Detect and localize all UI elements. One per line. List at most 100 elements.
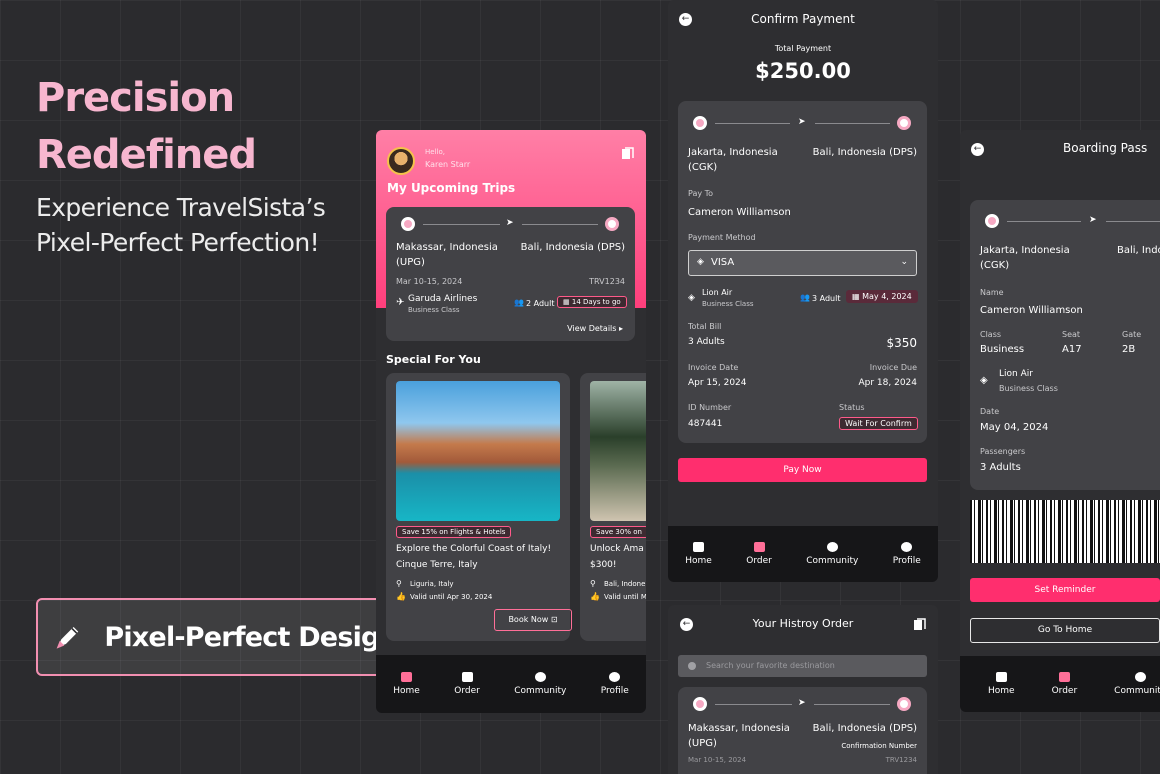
countdown-text: 14 Days to go bbox=[571, 298, 621, 306]
hero-subtitle-line-2: Pixel-Perfect Perfection! bbox=[36, 228, 320, 257]
payment-details-card: ➤ Jakarta, Indonesia (CGK) Bali, Indones… bbox=[678, 101, 927, 443]
go-home-button[interactable]: Go To Home bbox=[970, 618, 1160, 643]
community-icon bbox=[1134, 672, 1146, 682]
pixel-perfect-badge: Pixel-Perfect Design bbox=[36, 598, 400, 676]
offer-location: Bali, Indone bbox=[604, 580, 646, 588]
offer-title: Unlock Ama bbox=[590, 544, 644, 554]
nav-home[interactable]: Home bbox=[393, 672, 420, 696]
offer-card[interactable]: Save 30% on Unlock Ama $300! ⚲ Bali, Ind… bbox=[580, 373, 646, 641]
origin-city: Jakarta, Indonesia bbox=[688, 147, 778, 158]
view-details-link[interactable]: View Details ▸ bbox=[567, 324, 623, 333]
destination-city: Bali, Indonesia (DPS) bbox=[520, 242, 625, 253]
nav-home-label: Home bbox=[685, 556, 712, 566]
nav-order-label: Order bbox=[746, 556, 772, 566]
seat-label: Seat bbox=[1062, 330, 1081, 339]
origin-code: (CGK) bbox=[688, 162, 718, 173]
nav-home[interactable]: Home bbox=[685, 542, 712, 566]
chevron-right-icon: ▸ bbox=[618, 324, 623, 333]
hero-title: Precision Redefined bbox=[36, 70, 257, 184]
confirm-payment-screen: ← Confirm Payment Total Payment $250.00 … bbox=[668, 0, 938, 582]
nav-community[interactable]: Community bbox=[514, 672, 566, 696]
view-details-label: View Details bbox=[567, 324, 617, 333]
offer-title: Explore the Colorful Coast of Italy! bbox=[396, 544, 552, 554]
offer-image bbox=[396, 381, 560, 521]
boarding-pass-screen: ← Boarding Pass ➤ Jakarta, Indonesia (CG… bbox=[960, 130, 1160, 712]
nav-home[interactable]: Home bbox=[988, 672, 1015, 696]
class-label: Class bbox=[980, 330, 1002, 339]
passenger-count: 2 Adult bbox=[526, 299, 555, 308]
nav-community-label: Community bbox=[806, 556, 859, 566]
avatar[interactable] bbox=[387, 147, 415, 175]
nav-community-label: Community bbox=[1114, 686, 1160, 696]
destination-pin-icon bbox=[897, 697, 911, 711]
offer-card[interactable]: Save 15% on Flights & Hotels Explore the… bbox=[386, 373, 572, 641]
nav-order[interactable]: Order bbox=[454, 672, 480, 696]
offer-promo: Save 30% on bbox=[590, 526, 646, 538]
passengers-value: 3 Adults bbox=[980, 462, 1021, 473]
origin-city: Makassar, Indonesia bbox=[396, 242, 498, 253]
airline-class: Business Class bbox=[999, 384, 1058, 393]
passengers-icon: 👥 bbox=[514, 298, 524, 307]
card-icon: ◈ bbox=[697, 257, 704, 267]
payment-method-select[interactable]: ◈ VISA ⌄ bbox=[688, 250, 917, 276]
bookmark-icon[interactable] bbox=[621, 147, 634, 160]
origin-code: (CGK) bbox=[980, 260, 1010, 271]
search-input[interactable]: Search your favorite destination bbox=[678, 655, 927, 677]
book-now-button[interactable]: Book Now ⊡ bbox=[494, 609, 572, 631]
user-name: Karen Starr bbox=[425, 160, 471, 169]
airline-name: Lion Air bbox=[702, 288, 733, 297]
plane-icon: ➤ bbox=[1089, 215, 1097, 225]
nav-home-label: Home bbox=[393, 686, 420, 696]
nav-profile[interactable]: Profile bbox=[893, 542, 921, 566]
offer-subtitle: $300! bbox=[590, 560, 617, 570]
bill-description: 3 Adults bbox=[688, 337, 725, 347]
upcoming-trip-card[interactable]: ➤ Makassar, Indonesia (UPG) Bali, Indone… bbox=[386, 207, 635, 341]
home-icon bbox=[693, 542, 704, 552]
nav-profile[interactable]: Profile bbox=[601, 672, 629, 696]
upcoming-title: My Upcoming Trips bbox=[387, 181, 516, 195]
nav-community[interactable]: Community bbox=[1114, 672, 1160, 696]
screen-title: Boarding Pass bbox=[1063, 141, 1148, 155]
back-icon[interactable]: ← bbox=[971, 143, 984, 156]
search-icon bbox=[688, 662, 696, 670]
nav-order[interactable]: Order bbox=[746, 542, 772, 566]
set-reminder-button[interactable]: Set Reminder bbox=[970, 578, 1160, 602]
total-amount: $250.00 bbox=[755, 59, 851, 83]
airline-class: Business Class bbox=[702, 300, 754, 308]
airline-name: Lion Air bbox=[999, 369, 1033, 379]
destination-pin-icon bbox=[605, 217, 619, 231]
offer-location: Liguria, Italy bbox=[410, 580, 454, 588]
origin-code: (UPG) bbox=[688, 738, 717, 749]
screen-title: Your Histroy Order bbox=[752, 617, 854, 630]
route-line bbox=[522, 224, 598, 225]
home-icon bbox=[995, 672, 1007, 682]
date-label: Date bbox=[980, 407, 1000, 416]
airline-name: Garuda Airlines bbox=[408, 294, 478, 304]
nav-order-label: Order bbox=[1051, 686, 1078, 696]
confirmation-label: Confirmation Number bbox=[841, 742, 917, 750]
origin-pin-icon bbox=[401, 217, 415, 231]
route-line bbox=[715, 704, 792, 705]
invoice-due-label: Invoice Due bbox=[869, 363, 917, 372]
trip-date: Mar 10-15, 2024 bbox=[688, 756, 747, 764]
offer-subtitle: Cinque Terre, Italy bbox=[396, 560, 478, 570]
plane-icon: ➤ bbox=[506, 218, 514, 228]
offer-image bbox=[590, 381, 646, 521]
route-line bbox=[815, 123, 890, 124]
nav-community[interactable]: Community bbox=[806, 542, 858, 566]
history-trip-card[interactable]: ➤ Makassar, Indonesia (UPG) Bali, Indone… bbox=[678, 687, 927, 774]
book-now-label: Book Now bbox=[508, 615, 549, 624]
bottom-nav: Home Order Community Profile bbox=[376, 655, 646, 713]
pay-now-button[interactable]: Pay Now bbox=[678, 458, 927, 482]
airline-logo-icon: ◈ bbox=[688, 293, 695, 303]
passenger-name: Cameron Williamson bbox=[980, 305, 1083, 316]
payment-method-label: Payment Method bbox=[688, 233, 756, 242]
destination-pin-icon bbox=[897, 116, 911, 130]
nav-order[interactable]: Order bbox=[1051, 672, 1078, 696]
id-number-label: ID Number bbox=[688, 403, 732, 412]
bag-icon bbox=[461, 672, 473, 682]
origin-city: Makassar, Indonesia bbox=[688, 723, 790, 734]
bookmark-icon[interactable] bbox=[913, 618, 926, 631]
trip-code: TRV1234 bbox=[885, 756, 917, 764]
name-label: Name bbox=[980, 288, 1004, 297]
